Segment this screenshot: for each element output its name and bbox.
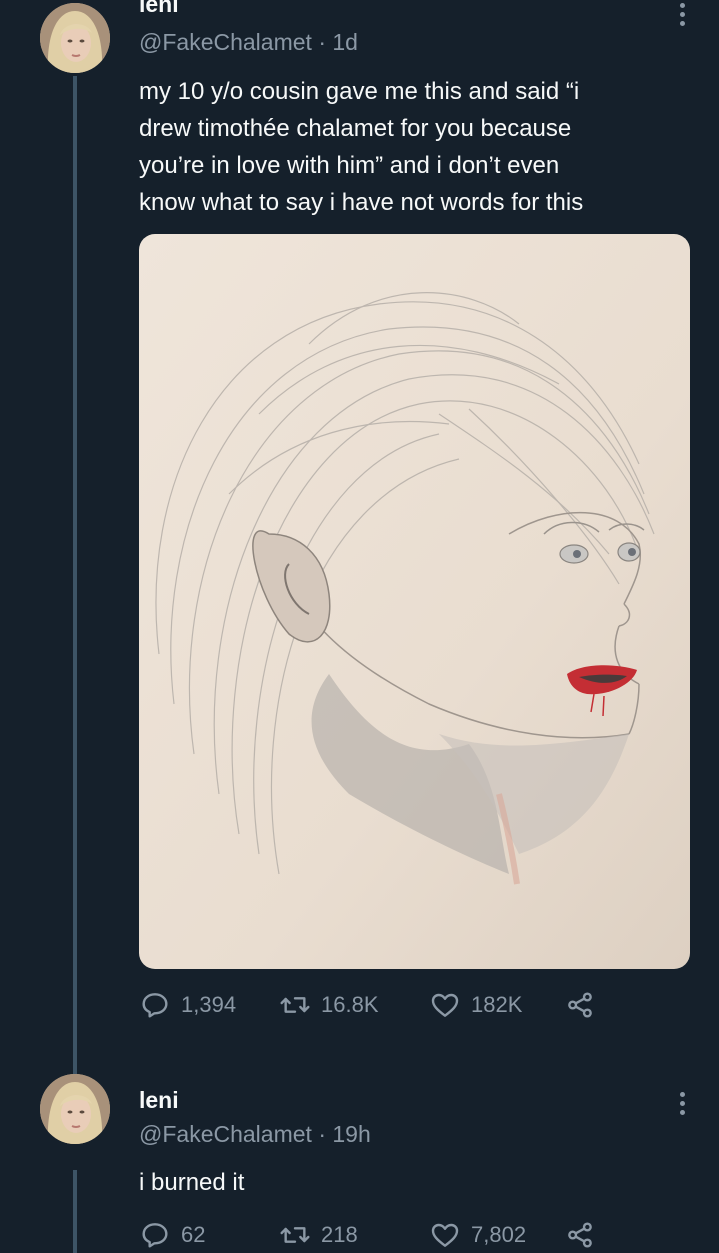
display-name[interactable]: leni [139,0,179,18]
tweet-text-line: my 10 y/o cousin gave me this and said “… [139,78,580,105]
reply-count: 1,394 [181,992,237,1017]
avatar[interactable] [40,1074,110,1144]
tweet-text-line: you’re in love with him” and i don’t eve… [139,152,560,179]
handle-and-time[interactable]: @FakeChalamet · 1d [139,29,358,56]
tweet-actions: 62 218 7,802 [139,1219,596,1251]
display-name[interactable]: leni [139,1087,179,1114]
like-button[interactable]: 182K [429,989,564,1021]
tweet-text: my 10 y/o cousin gave me this and said “… [139,73,699,221]
tweet-text-line: drew timothée chalamet for you because [139,115,572,142]
separator: · [318,29,326,55]
like-count: 7,802 [471,1222,527,1247]
tweet-photo[interactable] [139,234,690,969]
timestamp[interactable]: 19h [332,1121,370,1147]
like-icon [431,993,459,1017]
separator: · [318,1121,326,1147]
tweet-text-line: know what to say i have not words for th… [139,189,584,216]
share-button[interactable] [564,989,596,1021]
retweet-count: 16.8K [321,992,379,1017]
reply-button[interactable]: 62 [139,1219,279,1251]
reply-count: 62 [181,1222,206,1247]
share-icon [568,1222,592,1248]
handle[interactable]: @FakeChalamet [139,29,312,55]
timestamp[interactable]: 1d [332,29,358,55]
more-icon[interactable] [672,1092,692,1115]
retweet-icon [280,997,310,1013]
share-icon [568,992,592,1018]
tweet-text-line: i burned it [139,1169,245,1196]
like-count: 182K [471,992,523,1017]
like-button[interactable]: 7,802 [429,1219,564,1251]
avatar[interactable] [40,3,110,73]
reply-icon [142,993,168,1018]
reply-icon [142,1223,168,1248]
like-icon [431,1223,459,1247]
thread-line-bottom [73,1170,77,1253]
tweet-text: i burned it [139,1164,699,1201]
handle-and-time[interactable]: @FakeChalamet · 19h [139,1121,371,1148]
tweet-actions: 1,394 16.8K 182K [139,989,596,1021]
retweet-icon [280,1227,310,1243]
more-icon[interactable] [672,3,692,26]
retweet-count: 218 [321,1222,358,1247]
handle[interactable]: @FakeChalamet [139,1121,312,1147]
retweet-button[interactable]: 16.8K [279,989,429,1021]
reply-button[interactable]: 1,394 [139,989,279,1021]
retweet-button[interactable]: 218 [279,1219,429,1251]
thread-line-top [73,76,77,1074]
share-button[interactable] [564,1219,596,1251]
